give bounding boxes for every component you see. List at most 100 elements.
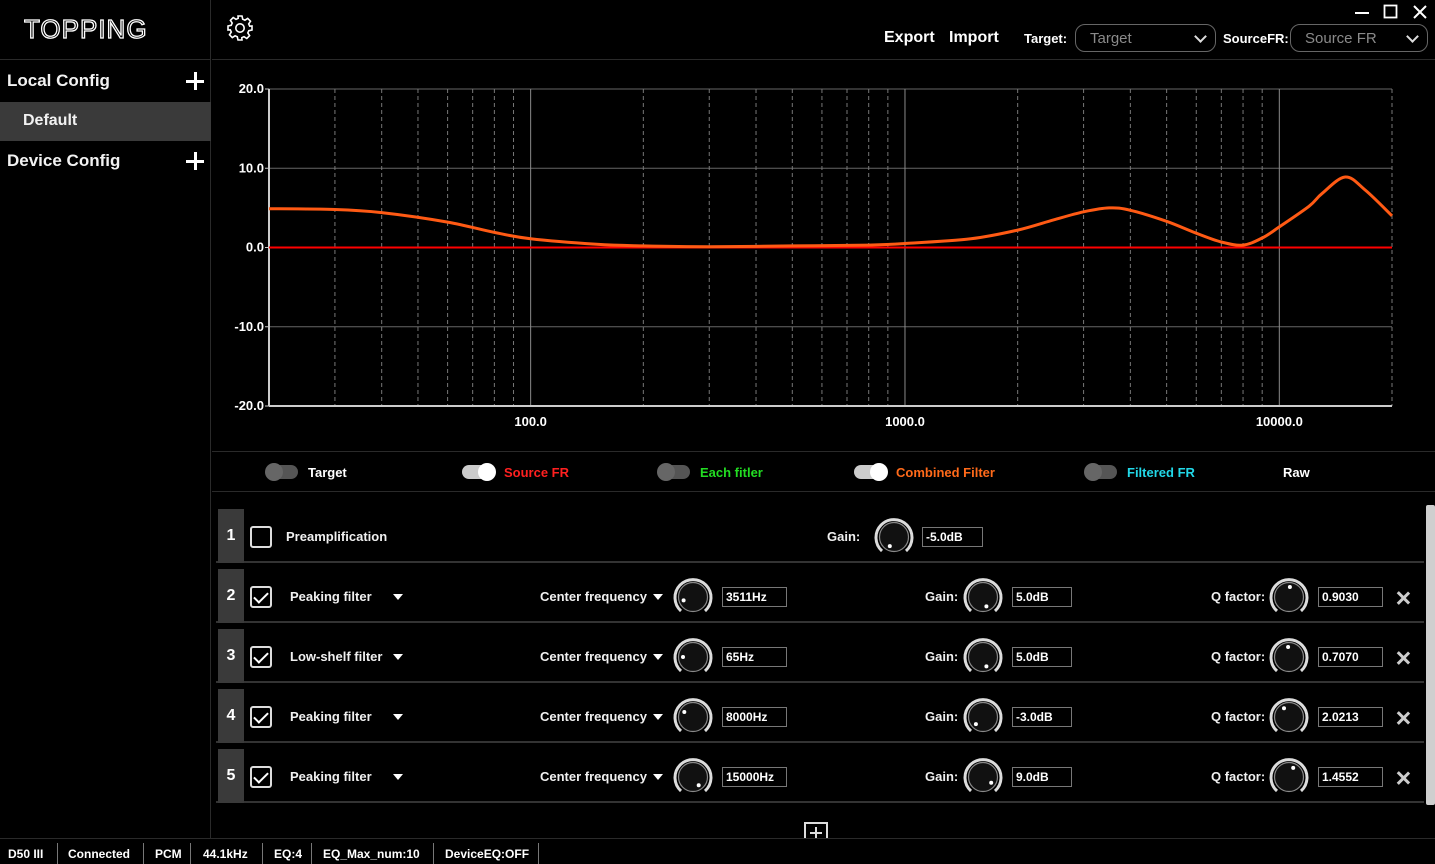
chevron-down-icon[interactable] <box>393 594 403 600</box>
filtered-fr-toggle[interactable] <box>1084 463 1117 481</box>
q-factor-input[interactable]: 1.4552 <box>1318 767 1383 787</box>
add-device-config-plus-icon[interactable] <box>185 151 205 171</box>
center-frequency-label[interactable]: Center frequency <box>540 709 647 724</box>
gain-input[interactable]: 5.0dB <box>1012 647 1072 667</box>
q-factor-input[interactable]: 2.0213 <box>1318 707 1383 727</box>
legend-source-fr-label: Source FR <box>504 465 570 480</box>
q-factor-knob[interactable] <box>1269 697 1309 737</box>
logo-text: TOPPING <box>24 14 148 44</box>
filter-row: 1 Preamplification Gain: -5.0dB <box>216 505 1424 563</box>
frequency-input[interactable]: 8000Hz <box>722 707 787 727</box>
divider <box>0 59 211 60</box>
maximize-icon[interactable] <box>1381 2 1401 22</box>
filter-enable-checkbox[interactable] <box>250 586 272 608</box>
sourcefr-select-value: Source FR <box>1305 30 1377 47</box>
chevron-down-icon[interactable] <box>393 654 403 660</box>
q-factor-input[interactable]: 0.9030 <box>1318 587 1383 607</box>
sidebar-item-default[interactable]: Default <box>0 102 211 141</box>
chevron-down-icon[interactable] <box>653 774 663 780</box>
target-select-value: Target <box>1090 30 1132 47</box>
delete-filter-icon[interactable] <box>1396 771 1410 785</box>
add-filter-button[interactable] <box>804 822 828 839</box>
sourcefr-select[interactable]: Source FR <box>1290 24 1428 52</box>
target-select[interactable]: Target <box>1075 24 1216 52</box>
status-samplerate: 44.1kHz <box>203 847 248 861</box>
status-format: PCM <box>155 847 182 861</box>
filter-enable-checkbox[interactable] <box>250 706 272 728</box>
frequency-knob[interactable] <box>673 697 713 737</box>
frequency-input[interactable]: 65Hz <box>722 647 787 667</box>
gain-input[interactable]: -5.0dB <box>922 527 983 547</box>
q-factor-label: Q factor: <box>1211 649 1266 664</box>
target-toggle[interactable] <box>265 463 298 481</box>
gear-icon[interactable] <box>226 14 254 42</box>
device-config-header[interactable]: Device Config <box>0 141 211 181</box>
chevron-down-icon[interactable] <box>393 774 403 780</box>
filter-number: 2 <box>218 569 244 623</box>
filter-enable-checkbox[interactable] <box>250 526 272 548</box>
frequency-knob[interactable] <box>673 637 713 677</box>
filter-row: 2 Peaking filter Center frequency 3511Hz Gai… <box>216 565 1424 623</box>
import-button[interactable]: Import <box>949 29 999 47</box>
gain-knob[interactable] <box>963 577 1003 617</box>
filter-number: 1 <box>218 509 244 563</box>
q-factor-label: Q factor: <box>1211 769 1266 784</box>
export-button[interactable]: Export <box>884 29 935 47</box>
chevron-down-icon[interactable] <box>653 594 663 600</box>
gain-label: Gain: <box>827 529 861 544</box>
frequency-input[interactable]: 15000Hz <box>722 767 787 787</box>
device-config-label: Device Config <box>7 151 121 170</box>
x-tick-label: 10000.0 <box>1256 414 1303 429</box>
filter-type-select[interactable]: Peaking filter <box>290 589 372 604</box>
sourcefr-label: SourceFR: <box>1223 31 1289 46</box>
top-toolbar: Export Import Target: Target SourceFR: S… <box>212 0 1435 60</box>
gain-knob[interactable] <box>963 757 1003 797</box>
gain-input[interactable]: 9.0dB <box>1012 767 1072 787</box>
frequency-knob[interactable] <box>673 577 713 617</box>
gain-knob[interactable] <box>963 697 1003 737</box>
q-factor-knob[interactable] <box>1269 637 1309 677</box>
q-factor-knob[interactable] <box>1269 757 1309 797</box>
filter-type-select[interactable]: Peaking filter <box>290 769 372 784</box>
scrollbar[interactable] <box>1426 505 1435 805</box>
filter-type-select[interactable]: Peaking filter <box>290 709 372 724</box>
local-config-header[interactable]: Local Config <box>0 61 211 101</box>
close-icon[interactable] <box>1410 2 1430 22</box>
each-filter-toggle[interactable] <box>657 463 690 481</box>
status-eq-max: EQ_Max_num:10 <box>323 847 420 861</box>
delete-filter-icon[interactable] <box>1396 711 1410 725</box>
y-tick-label: -10.0 <box>234 319 264 334</box>
delete-filter-icon[interactable] <box>1396 591 1410 605</box>
chevron-down-icon[interactable] <box>653 714 663 720</box>
chevron-down-icon <box>1406 30 1419 43</box>
q-factor-knob[interactable] <box>1269 577 1309 617</box>
center-frequency-label[interactable]: Center frequency <box>540 649 647 664</box>
center-frequency-label[interactable]: Center frequency <box>540 589 647 604</box>
gain-input[interactable]: -3.0dB <box>1012 707 1072 727</box>
frequency-knob[interactable] <box>673 757 713 797</box>
source-fr-toggle[interactable] <box>462 463 496 481</box>
delete-filter-icon[interactable] <box>1396 651 1410 665</box>
gain-label: Gain: <box>925 649 959 664</box>
filter-enable-checkbox[interactable] <box>250 766 272 788</box>
sidebar: TOPPING Local Config Default Device Conf… <box>0 0 211 838</box>
center-frequency-label[interactable]: Center frequency <box>540 769 647 784</box>
gain-label: Gain: <box>925 769 959 784</box>
q-factor-input[interactable]: 0.7070 <box>1318 647 1383 667</box>
chevron-down-icon[interactable] <box>653 654 663 660</box>
gain-input[interactable]: 5.0dB <box>1012 587 1072 607</box>
local-config-label: Local Config <box>7 71 110 90</box>
frequency-input[interactable]: 3511Hz <box>722 587 787 607</box>
filter-list: 1 Preamplification Gain: -5.0dB 2 Peaking fil… <box>212 502 1435 839</box>
filter-enable-checkbox[interactable] <box>250 646 272 668</box>
chevron-down-icon[interactable] <box>393 714 403 720</box>
minimize-icon[interactable] <box>1352 2 1372 22</box>
combined-filter-toggle[interactable] <box>854 463 888 481</box>
filter-type-select[interactable]: Low-shelf filter <box>290 649 382 664</box>
status-connection: Connected <box>68 847 131 861</box>
gain-knob[interactable] <box>963 637 1003 677</box>
y-tick-label: -20.0 <box>234 398 264 413</box>
gain-knob[interactable] <box>874 517 914 557</box>
add-local-config-plus-icon[interactable] <box>185 71 205 91</box>
filter-row: 3 Low-shelf filter Center frequency 65Hz Gai… <box>216 625 1424 683</box>
